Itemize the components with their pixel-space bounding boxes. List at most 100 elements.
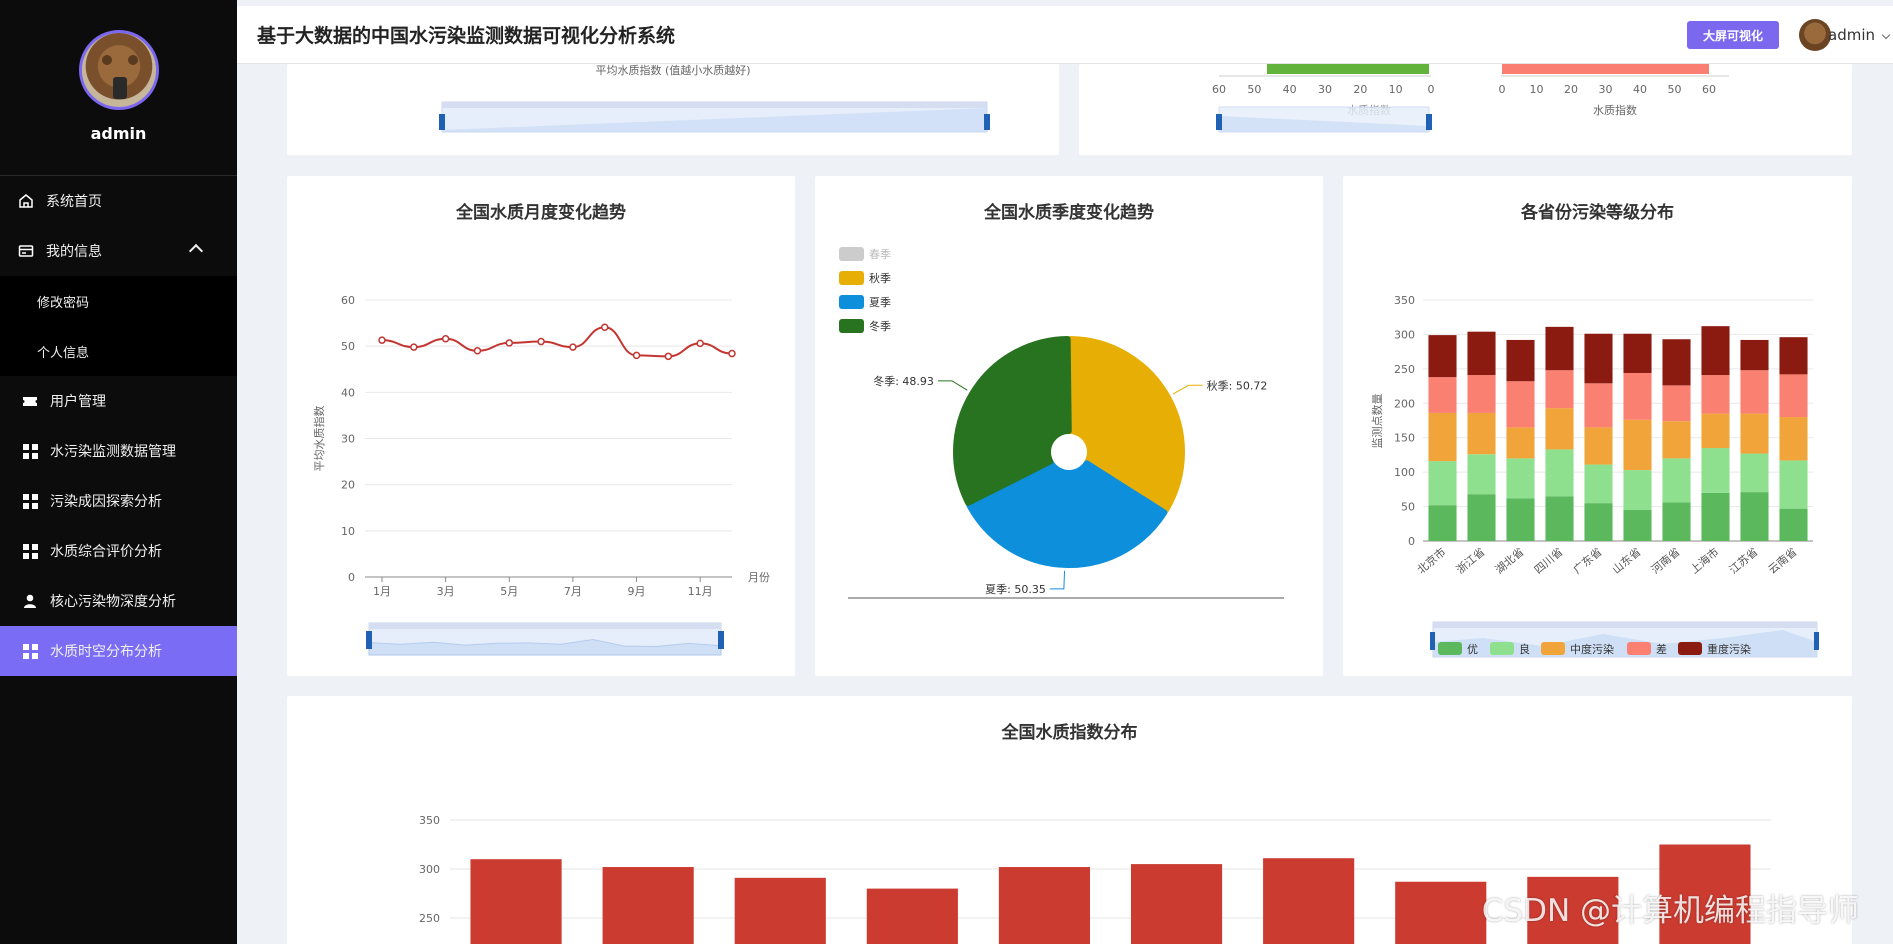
bar-segment[interactable] [1545,370,1574,409]
bar-segment[interactable] [1428,412,1457,462]
avatar[interactable] [78,30,159,110]
bar-segment[interactable] [1467,454,1496,495]
bar-segment[interactable] [1428,377,1457,413]
zoom-handle-left[interactable] [1216,114,1222,130]
bar-segment[interactable] [1623,372,1652,420]
x-tick-label: 河南省 [1649,545,1683,576]
bar-segment[interactable] [1701,326,1730,376]
bar-segment[interactable] [1740,492,1769,541]
chevron-down-icon[interactable] [1881,30,1891,40]
bar-segment[interactable] [1779,417,1808,461]
x-tick-label: 1月 [373,585,391,598]
header-avatar[interactable] [1799,19,1831,51]
bar[interactable] [866,888,958,944]
legend-item-3[interactable]: 差 [1627,642,1667,656]
zoom-handle-right[interactable] [1814,632,1819,650]
data-zoom-bar [1433,622,1817,628]
bar-segment[interactable] [1779,337,1808,375]
bar-segment[interactable] [1584,333,1613,384]
bar-segment[interactable] [1545,326,1574,371]
bar-segment[interactable] [1467,412,1496,455]
legend-item-4[interactable]: 重度污染 [1678,642,1751,656]
chevron-up-icon[interactable] [188,243,204,259]
bar-segment[interactable] [1623,510,1652,541]
bar-segment[interactable] [1740,339,1769,371]
sidebar-item-my-info[interactable]: 我的信息 [0,226,237,276]
bar[interactable] [734,877,826,944]
y-axis-label: 监测点数量 [1371,394,1384,449]
bar-segment[interactable] [1740,453,1769,493]
bar-segment[interactable] [1545,449,1574,497]
bar-segment[interactable] [1584,503,1613,541]
zoom-handle-left[interactable] [366,631,372,649]
zoom-handle-left[interactable] [1430,632,1435,650]
bar-segment[interactable] [1662,385,1691,422]
sidebar-item-cause-analysis[interactable]: 污染成因探索分析 [0,476,237,526]
bar-segment[interactable] [1506,427,1535,459]
bar-segment[interactable] [1428,461,1457,506]
bar-segment[interactable] [1467,375,1496,413]
legend-item-0[interactable]: 优 [1438,642,1478,656]
x-tick-label: 上海市 [1687,545,1721,577]
sidebar-item-spatiotemporal-analysis[interactable]: 水质时空分布分析 [0,626,237,676]
zoom-handle-right[interactable] [984,114,990,130]
bar-segment[interactable] [1779,460,1808,509]
bar-segment[interactable] [1740,370,1769,414]
sidebar-item-user-management[interactable]: 用户管理 [0,376,237,426]
bar-segment[interactable] [1779,374,1808,418]
bar-segment[interactable] [1467,331,1496,376]
bar-segment[interactable] [1428,505,1457,541]
sidebar-username: admin [90,124,147,143]
legend-item-2[interactable]: 夏季 [839,295,891,309]
big-screen-button[interactable]: 大屏可视化 [1686,21,1779,49]
seasonal-trend-panel: 全国水质季度变化趋势 春季 秋季 夏季 冬季 秋季: 50.72 夏季: 50.35 冬季:… [815,176,1323,676]
bar-segment[interactable] [1623,419,1652,471]
legend-item-1[interactable]: 良 [1490,642,1530,656]
bar-segment[interactable] [1506,458,1535,499]
bar[interactable] [602,867,694,944]
zoom-handle-right[interactable] [718,631,724,649]
bar-segment[interactable] [1584,383,1613,428]
bar[interactable] [1263,858,1355,944]
sidebar-item-quality-evaluation[interactable]: 水质综合评价分析 [0,526,237,576]
bar[interactable] [998,867,1091,944]
bar[interactable] [470,859,562,944]
bar-segment[interactable] [1584,427,1613,465]
legend-item-1[interactable]: 秋季 [839,271,891,285]
bar-segment[interactable] [1662,421,1691,459]
tick-label: 0 [1499,83,1506,96]
bar-segment[interactable] [1545,496,1574,541]
bar-segment[interactable] [1428,335,1457,378]
bar-segment[interactable] [1467,494,1496,541]
bar-segment[interactable] [1701,448,1730,493]
bar-segment[interactable] [1701,375,1730,414]
bar[interactable] [1395,881,1487,944]
card-icon [18,243,34,259]
bar-segment[interactable] [1779,508,1808,541]
zoom-handle-right[interactable] [1426,114,1432,130]
bar-segment[interactable] [1545,408,1574,450]
bar-segment[interactable] [1623,470,1652,511]
bar-segment[interactable] [1701,413,1730,449]
bar-segment[interactable] [1701,492,1730,541]
bar-segment[interactable] [1506,381,1535,428]
bar-segment[interactable] [1506,339,1535,382]
sidebar-item-change-password[interactable]: 修改密码 [0,276,237,326]
bar-segment[interactable] [1623,333,1652,373]
sidebar-item-home[interactable]: 系统首页 [0,176,237,226]
legend-item-0[interactable]: 春季 [839,247,891,261]
bar-segment[interactable] [1662,458,1691,503]
bar-segment[interactable] [1740,413,1769,454]
sidebar-item-personal-info[interactable]: 个人信息 [0,326,237,376]
sidebar-item-data-management[interactable]: 水污染监测数据管理 [0,426,237,476]
bar[interactable] [1130,864,1223,944]
bar-segment[interactable] [1662,339,1691,386]
header-username[interactable]: admin [1828,26,1875,44]
sidebar-item-pollutant-analysis[interactable]: 核心污染物深度分析 [0,576,237,626]
bar-segment[interactable] [1506,498,1535,541]
bar-segment[interactable] [1662,502,1691,541]
legend-item-3[interactable]: 冬季 [839,319,891,333]
legend-item-2[interactable]: 中度污染 [1541,642,1614,656]
bar-segment[interactable] [1584,464,1613,504]
zoom-handle-left[interactable] [439,114,445,130]
